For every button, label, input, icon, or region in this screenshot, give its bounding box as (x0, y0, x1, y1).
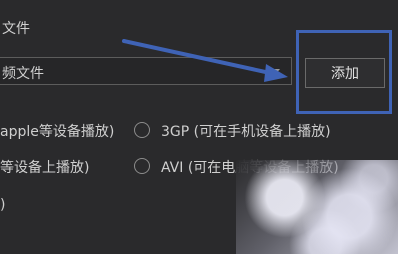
add-button[interactable]: 添加 (305, 58, 385, 88)
radio-avi[interactable] (134, 158, 150, 174)
option-label-row2: 等设备上播放) (0, 160, 90, 176)
option-label-row3: ) (0, 197, 6, 213)
section-title: 文件 (2, 21, 30, 37)
option-label-mp4: apple等设备播放) (0, 124, 115, 140)
option-label-3gp: 3GP (可在手机设备上播放) (161, 124, 331, 140)
format-select-value: 频文件 (2, 66, 44, 82)
image-noise-overlay (236, 160, 398, 254)
format-select[interactable]: 频文件 (0, 57, 292, 85)
chevron-down-icon[interactable] (268, 69, 280, 76)
radio-3gp[interactable] (134, 122, 150, 138)
